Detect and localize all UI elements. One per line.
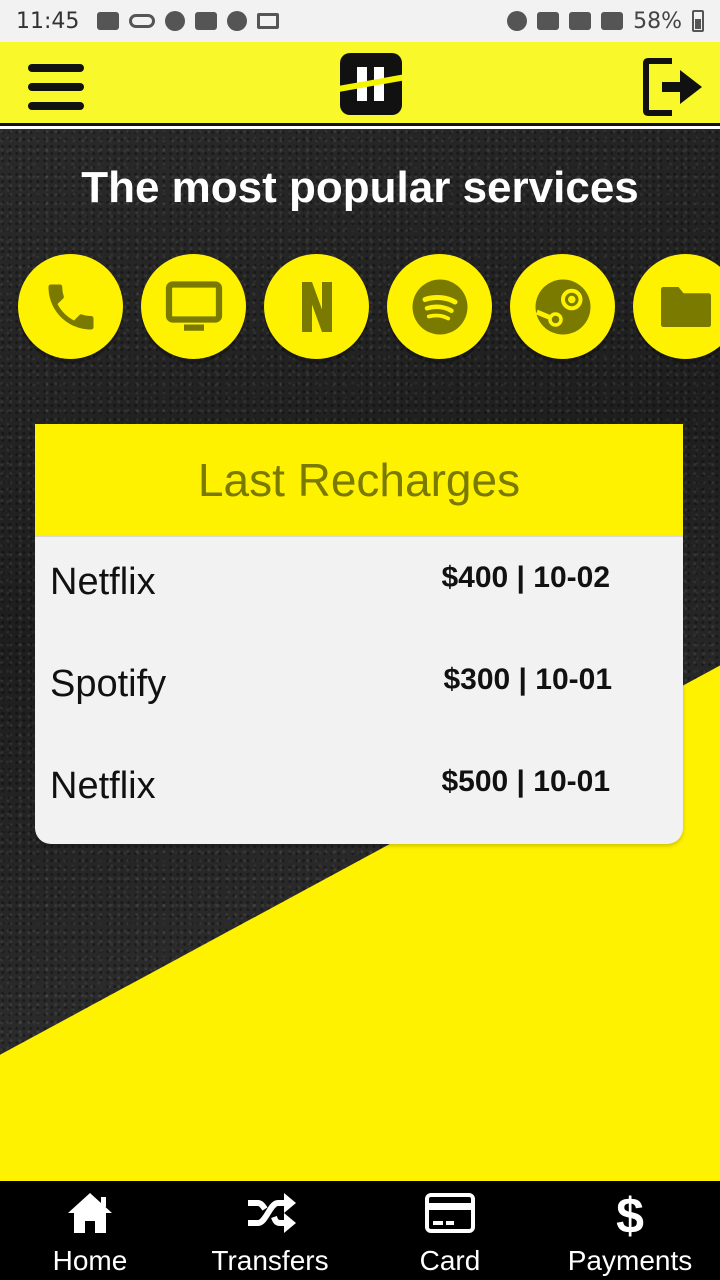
battery-icon [692, 10, 704, 32]
recharge-row[interactable]: Netflix $400 | 10-02 [35, 537, 683, 639]
app-logo[interactable] [340, 53, 402, 115]
recharges-card: Last Recharges Netflix $400 | 10-02 Spot… [35, 424, 683, 844]
spotify-icon [412, 279, 467, 334]
youtube-icon [97, 12, 120, 30]
signal-icon [601, 12, 624, 30]
recharge-amount-date: $500 | 10-01 [441, 765, 610, 798]
battery-percent: 58% [633, 8, 682, 34]
recharge-row[interactable]: Netflix $500 | 10-01 [35, 741, 683, 843]
recharges-title: Last Recharges [197, 453, 521, 506]
services-row [18, 254, 720, 364]
app-notification-icon [165, 11, 186, 31]
status-time: 11:45 [16, 8, 80, 34]
folder-icon [660, 286, 711, 327]
tv-icon [165, 280, 222, 331]
service-netflix[interactable] [264, 254, 369, 359]
service-steam[interactable] [510, 254, 615, 359]
service-tv[interactable] [141, 254, 246, 359]
wifi-icon [569, 12, 592, 30]
recharge-amount-date: $300 | 10-01 [443, 663, 612, 696]
nav-payments-label: Payments [567, 1245, 693, 1276]
recharges-header: Last Recharges [35, 424, 683, 537]
status-right: 58% [507, 9, 704, 34]
phone-icon [48, 284, 93, 329]
dollar-icon: $ [616, 1189, 644, 1237]
voicemail-icon [129, 14, 156, 28]
headline: The most popular services [81, 163, 639, 212]
recharge-service: Spotify [50, 663, 167, 705]
mute-icon [537, 12, 560, 30]
image-icon [195, 12, 218, 30]
steam-icon [535, 279, 590, 334]
status-left: 11:45 [16, 8, 280, 34]
recharge-amount-date: $400 | 10-02 [441, 561, 610, 594]
laptop-icon [257, 13, 280, 29]
home-icon [68, 1193, 112, 1233]
service-folder[interactable] [633, 254, 720, 359]
nav-transfers[interactable]: Transfers [180, 1181, 360, 1280]
recharge-row[interactable]: Spotify $300 | 10-01 [35, 639, 683, 741]
logout-icon[interactable] [642, 57, 704, 117]
nav-transfers-label: Transfers [211, 1245, 329, 1276]
svg-text:$: $ [616, 1189, 644, 1237]
bottom-nav: Home Transfers Card $ Payments [0, 1181, 720, 1280]
nav-home[interactable]: Home [0, 1181, 180, 1280]
recharge-service: Netflix [50, 561, 156, 603]
recharge-service: Netflix [50, 765, 156, 807]
netflix-icon [301, 281, 332, 332]
hamburger-icon[interactable] [28, 64, 84, 110]
status-bar: 11:45 58% [0, 0, 720, 42]
nav-payments[interactable]: $ Payments [540, 1181, 720, 1280]
app-bar [0, 42, 720, 126]
credit-card-icon [425, 1193, 475, 1233]
service-spotify[interactable] [387, 254, 492, 359]
background: The most popular services Last Recharges… [0, 129, 720, 1181]
alarm-icon [507, 11, 528, 31]
chat-icon [227, 11, 248, 31]
nav-card-label: Card [419, 1245, 481, 1276]
nav-card[interactable]: Card [360, 1181, 540, 1280]
shuffle-icon [248, 1193, 296, 1233]
nav-home-label: Home [52, 1245, 128, 1276]
service-phone[interactable] [18, 254, 123, 359]
